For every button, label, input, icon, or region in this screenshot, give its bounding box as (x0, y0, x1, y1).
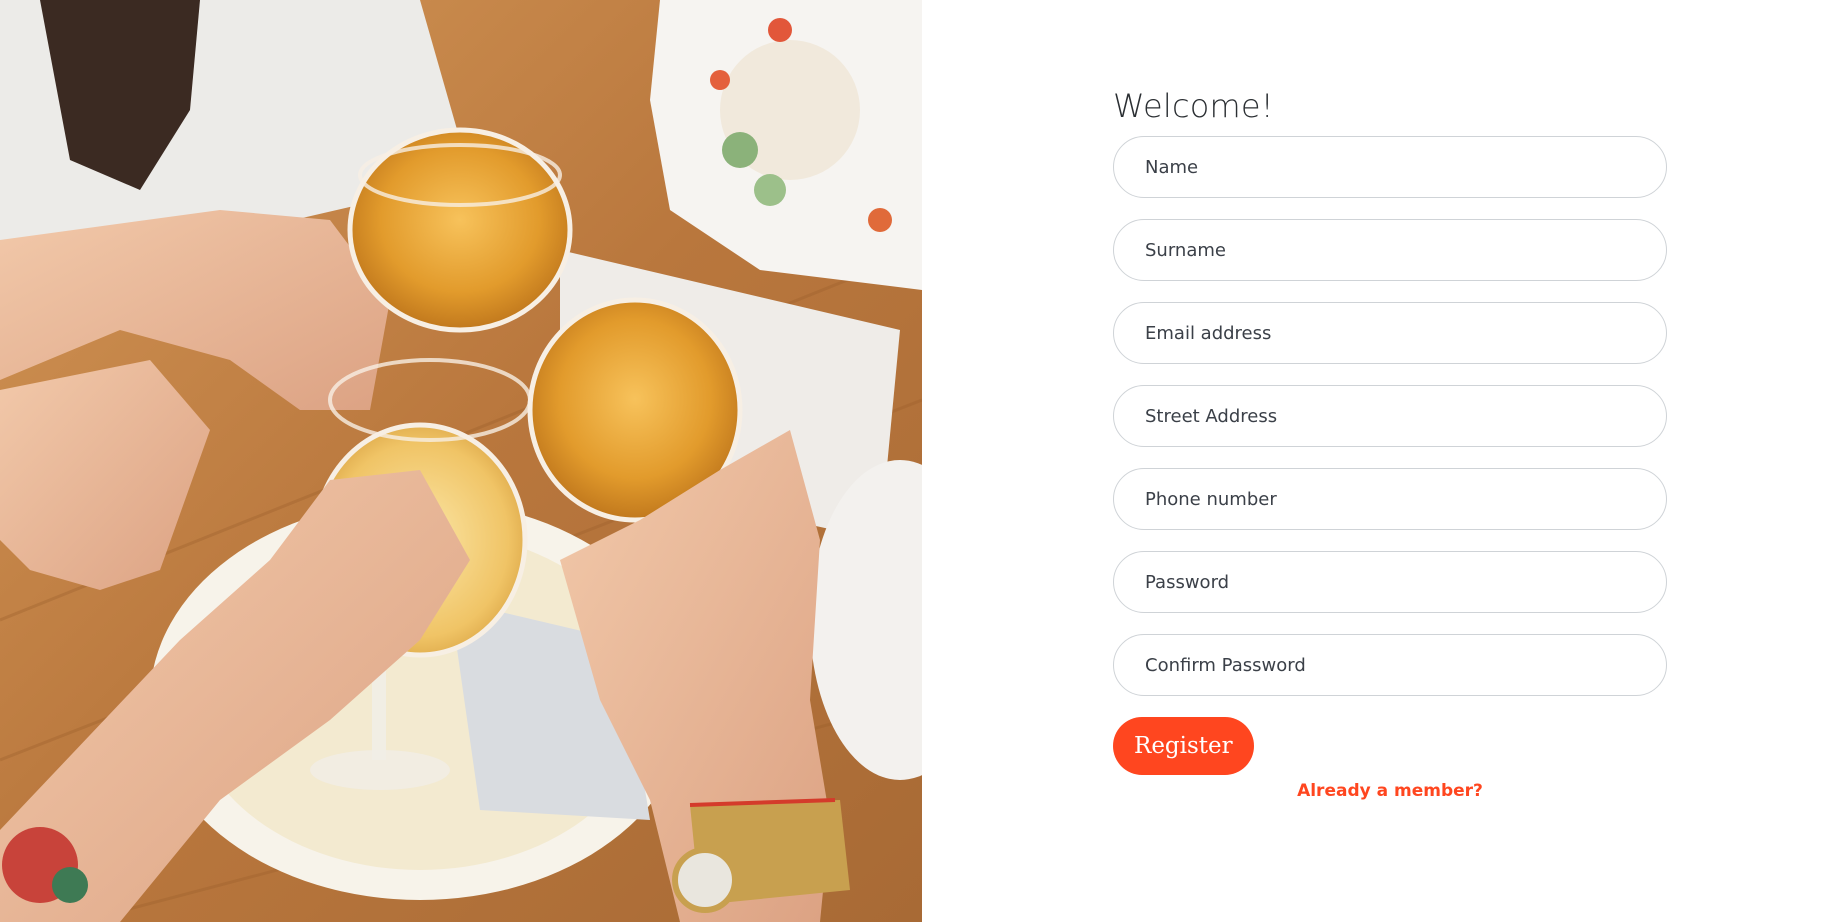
registration-page: Welcome! Register Already a member? (0, 0, 1837, 922)
surname-field[interactable] (1113, 219, 1667, 281)
page-title: Welcome! (1113, 87, 1274, 125)
name-field[interactable] (1113, 136, 1667, 198)
register-button[interactable]: Register (1113, 717, 1254, 775)
confirm-password-field[interactable] (1113, 634, 1667, 696)
phone-number-field[interactable] (1113, 468, 1667, 530)
photo-icon (0, 0, 922, 922)
street-address-field[interactable] (1113, 385, 1667, 447)
registration-form: Welcome! Register Already a member? (1113, 80, 1667, 801)
password-field[interactable] (1113, 551, 1667, 613)
hero-photo (0, 0, 922, 922)
form-panel: Welcome! Register Already a member? (922, 0, 1837, 922)
email-field[interactable] (1113, 302, 1667, 364)
already-member-link[interactable]: Already a member? (1113, 781, 1667, 801)
